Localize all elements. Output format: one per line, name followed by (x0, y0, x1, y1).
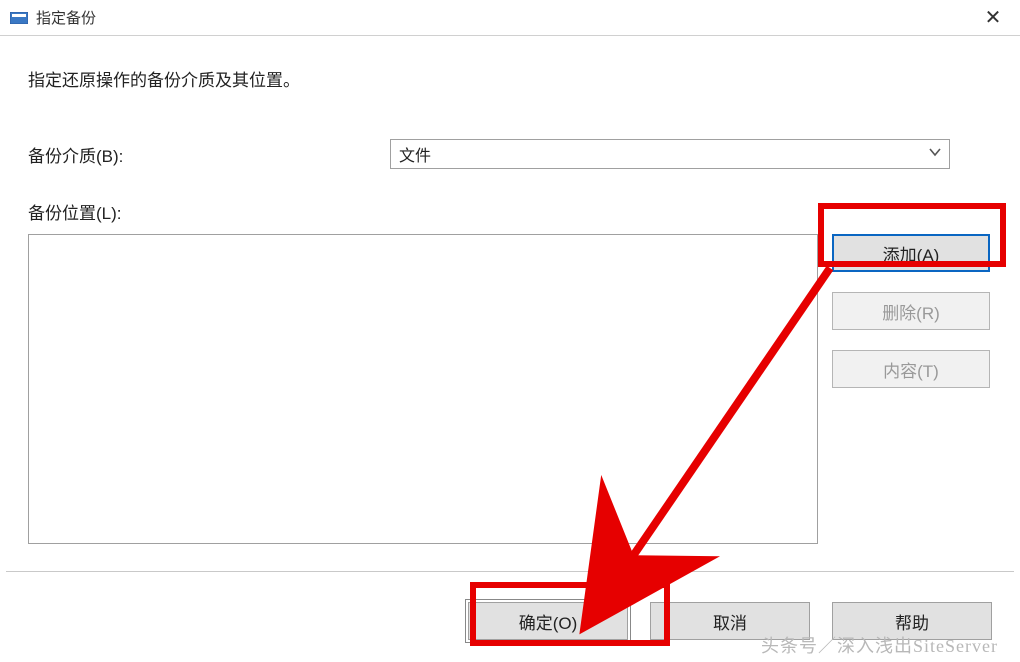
cancel-button[interactable]: 取消 (650, 602, 810, 640)
location-body: 添加(A) 删除(R) 内容(T) (28, 234, 992, 544)
media-row: 备份介质(B): 文件 (28, 139, 992, 169)
ok-button[interactable]: 确定(O) (468, 602, 628, 640)
divider (6, 571, 1014, 572)
close-icon: ✕ (985, 5, 1002, 30)
content-button: 内容(T) (832, 350, 990, 388)
media-select[interactable]: 文件 (390, 139, 950, 169)
title-bar: 指定备份 ✕ (0, 0, 1020, 36)
help-button[interactable]: 帮助 (832, 602, 992, 640)
instruction-text: 指定还原操作的备份介质及其位置。 (28, 66, 992, 91)
delete-button: 删除(R) (832, 292, 990, 330)
app-icon (10, 11, 28, 25)
location-listbox[interactable] (28, 234, 818, 544)
add-button[interactable]: 添加(A) (832, 234, 990, 272)
location-label: 备份位置(L): (28, 199, 992, 224)
media-select-value: 文件 (390, 139, 950, 169)
side-buttons: 添加(A) 删除(R) 内容(T) (832, 234, 990, 544)
window-title: 指定备份 (36, 7, 96, 28)
dialog-body: 指定还原操作的备份介质及其位置。 备份介质(B): 文件 备份位置(L): 添加… (0, 36, 1020, 544)
location-row: 备份位置(L): 添加(A) 删除(R) 内容(T) (28, 199, 992, 544)
close-button[interactable]: ✕ (980, 4, 1006, 30)
media-label: 备份介质(B): (28, 142, 390, 167)
footer-buttons: 确定(O) 取消 帮助 (0, 602, 1020, 640)
